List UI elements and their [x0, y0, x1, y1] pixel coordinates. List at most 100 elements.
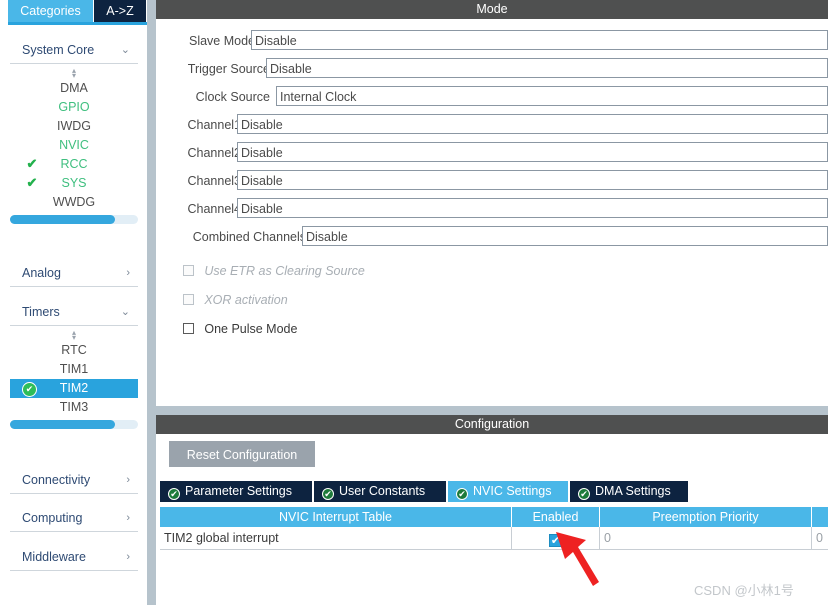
mode-panel-body: Slave Mode Disable Trigger Source Disabl…	[156, 19, 828, 406]
input-combined-channels[interactable]: Disable	[302, 226, 828, 246]
ip-item-label: IWDG	[56, 119, 92, 133]
category-timers[interactable]: Timers ⌄	[10, 299, 138, 326]
cell-enabled[interactable]: ✔	[512, 527, 600, 549]
category-connectivity-label: Connectivity	[22, 473, 91, 487]
scroll-down-icon[interactable]: ▾	[10, 72, 138, 80]
category-computing-header[interactable]: Computing ›	[10, 505, 138, 532]
tab-parameter-settings[interactable]: ✔ Parameter Settings	[160, 481, 312, 502]
category-connectivity[interactable]: Connectivity ›	[10, 467, 138, 494]
ip-item-label: RTC	[61, 343, 87, 357]
ip-item-nvic[interactable]: NVIC	[10, 136, 138, 155]
column-header-nvic-interrupt-table[interactable]: NVIC Interrupt Table	[160, 507, 512, 527]
cell-preemption-priority[interactable]: 0	[600, 527, 812, 549]
column-header-sub-priority[interactable]	[812, 507, 828, 527]
ip-item-rtc[interactable]: RTC	[10, 341, 138, 360]
category-computing[interactable]: Computing ›	[10, 505, 138, 532]
tab-a-to-z[interactable]: A->Z	[94, 0, 146, 22]
watermark-text: CSDN @小林1号	[694, 583, 794, 598]
panel-splitter[interactable]	[156, 406, 828, 415]
category-system-core[interactable]: System Core ⌄	[10, 37, 138, 64]
category-middleware-header[interactable]: Middleware ›	[10, 544, 138, 571]
scrollbar-thumb[interactable]	[10, 215, 115, 224]
main-content: Mode Slave Mode Disable Trigger Source D…	[156, 0, 828, 605]
tab-user-constants-label: User Constants	[339, 484, 426, 498]
list-scroll-arrows[interactable]: ▴ ▾	[10, 329, 138, 342]
tab-user-constants[interactable]: ✔ User Constants	[314, 481, 446, 502]
category-analog[interactable]: Analog ›	[10, 260, 138, 287]
check-badge-icon: ✔	[22, 382, 37, 397]
category-system-core-label: System Core	[22, 43, 95, 57]
label-channel1: Channel1	[187, 118, 241, 132]
ip-item-iwdg[interactable]: IWDG	[10, 117, 138, 136]
field-row-channel1: Channel1 Disable	[156, 114, 828, 136]
category-analog-header[interactable]: Analog ›	[10, 260, 138, 287]
category-analog-label: Analog	[22, 266, 61, 280]
tab-parameter-settings-label: Parameter Settings	[185, 484, 292, 498]
ip-item-gpio[interactable]: GPIO	[10, 98, 138, 117]
input-channel3[interactable]: Disable	[237, 170, 828, 190]
sidebar-splitter[interactable]	[147, 0, 156, 605]
checkbox-enabled[interactable]: ✔	[549, 534, 562, 547]
table-row[interactable]: TIM2 global interrupt ✔ 0 0	[160, 527, 828, 550]
list-scroll-arrows[interactable]: ▴ ▾	[10, 67, 138, 80]
ip-item-wwdg[interactable]: WWDG	[10, 193, 138, 212]
ip-item-label: WWDG	[52, 195, 96, 209]
input-slave-mode[interactable]: Disable	[251, 30, 828, 50]
column-header-preemption-priority[interactable]: Preemption Priority	[600, 507, 812, 527]
ip-item-dma[interactable]: DMA	[10, 79, 138, 98]
system-core-horizontal-scrollbar[interactable]	[10, 215, 138, 224]
tab-categories[interactable]: Categories	[8, 0, 93, 22]
input-trigger-source[interactable]: Disable	[266, 58, 828, 78]
checkbox-xor-activation-label: XOR activation	[204, 293, 288, 307]
ip-item-label: TIM2	[59, 381, 89, 395]
label-combined-channels: Combined Channels	[192, 230, 306, 244]
category-timers-label: Timers	[22, 305, 60, 319]
category-system-core-header[interactable]: System Core ⌄	[10, 37, 138, 64]
configuration-tab-bar: ✔ Parameter Settings ✔ User Constants ✔ NVI…	[160, 481, 690, 502]
category-middleware[interactable]: Middleware ›	[10, 544, 138, 571]
ip-item-tim3[interactable]: TIM3	[10, 398, 138, 417]
chevron-down-icon: ⌄	[120, 44, 130, 56]
category-timers-header[interactable]: Timers ⌄	[10, 299, 138, 326]
input-channel1[interactable]: Disable	[237, 114, 828, 134]
ip-item-label: RCC	[60, 157, 88, 171]
scroll-down-icon[interactable]: ▾	[10, 334, 138, 342]
ip-item-label: SYS	[61, 176, 87, 190]
label-channel2: Channel2	[187, 146, 241, 160]
ip-item-label: DMA	[60, 81, 88, 95]
checkbox-xor-activation[interactable]	[183, 294, 194, 305]
mode-panel-title: Mode	[156, 0, 828, 19]
sidebar-tab-bar: Categories A->Z	[0, 0, 147, 25]
timers-horizontal-scrollbar[interactable]	[10, 420, 138, 429]
ip-item-rcc[interactable]: ✔ RCC	[10, 155, 138, 174]
configuration-panel: Configuration Reset Configuration ✔ Param…	[156, 415, 828, 605]
reset-configuration-button[interactable]: Reset Configuration	[169, 441, 315, 467]
ip-tree-sidebar: Categories A->Z System Core ⌄ ▴ ▾ DMA GP…	[0, 0, 147, 605]
checkbox-row-use-etr[interactable]: Use ETR as Clearing Source	[183, 264, 365, 284]
input-channel2[interactable]: Disable	[237, 142, 828, 162]
field-row-slave-mode: Slave Mode Disable	[156, 30, 828, 52]
field-row-channel4: Channel4 Disable	[156, 198, 828, 220]
cell-sub-priority[interactable]: 0	[812, 527, 828, 549]
ip-item-sys[interactable]: ✔ SYS	[10, 174, 138, 193]
checkbox-row-one-pulse-mode[interactable]: One Pulse Mode	[183, 322, 297, 342]
nvic-interrupt-table: NVIC Interrupt Table Enabled Preemption …	[160, 507, 828, 550]
checkbox-use-etr[interactable]	[183, 265, 194, 276]
check-icon: ✔	[26, 156, 38, 171]
tab-nvic-settings[interactable]: ✔ NVIC Settings	[448, 481, 568, 502]
checkbox-row-xor-activation[interactable]: XOR activation	[183, 293, 288, 313]
scrollbar-thumb[interactable]	[10, 420, 115, 429]
table-header-row: NVIC Interrupt Table Enabled Preemption …	[160, 507, 828, 527]
label-channel3: Channel3	[187, 174, 241, 188]
column-header-enabled[interactable]: Enabled	[512, 507, 600, 527]
ip-item-label: TIM1	[59, 362, 89, 376]
ip-item-tim2[interactable]: ✔ TIM2	[10, 379, 138, 398]
category-connectivity-header[interactable]: Connectivity ›	[10, 467, 138, 494]
ip-item-tim1[interactable]: TIM1	[10, 360, 138, 379]
checkbox-one-pulse-mode[interactable]	[183, 323, 194, 334]
tab-dma-settings[interactable]: ✔ DMA Settings	[570, 481, 688, 502]
ip-item-label: GPIO	[58, 100, 90, 114]
input-clock-source[interactable]: Internal Clock	[276, 86, 828, 106]
input-channel4[interactable]: Disable	[237, 198, 828, 218]
ip-item-label: NVIC	[59, 138, 89, 152]
